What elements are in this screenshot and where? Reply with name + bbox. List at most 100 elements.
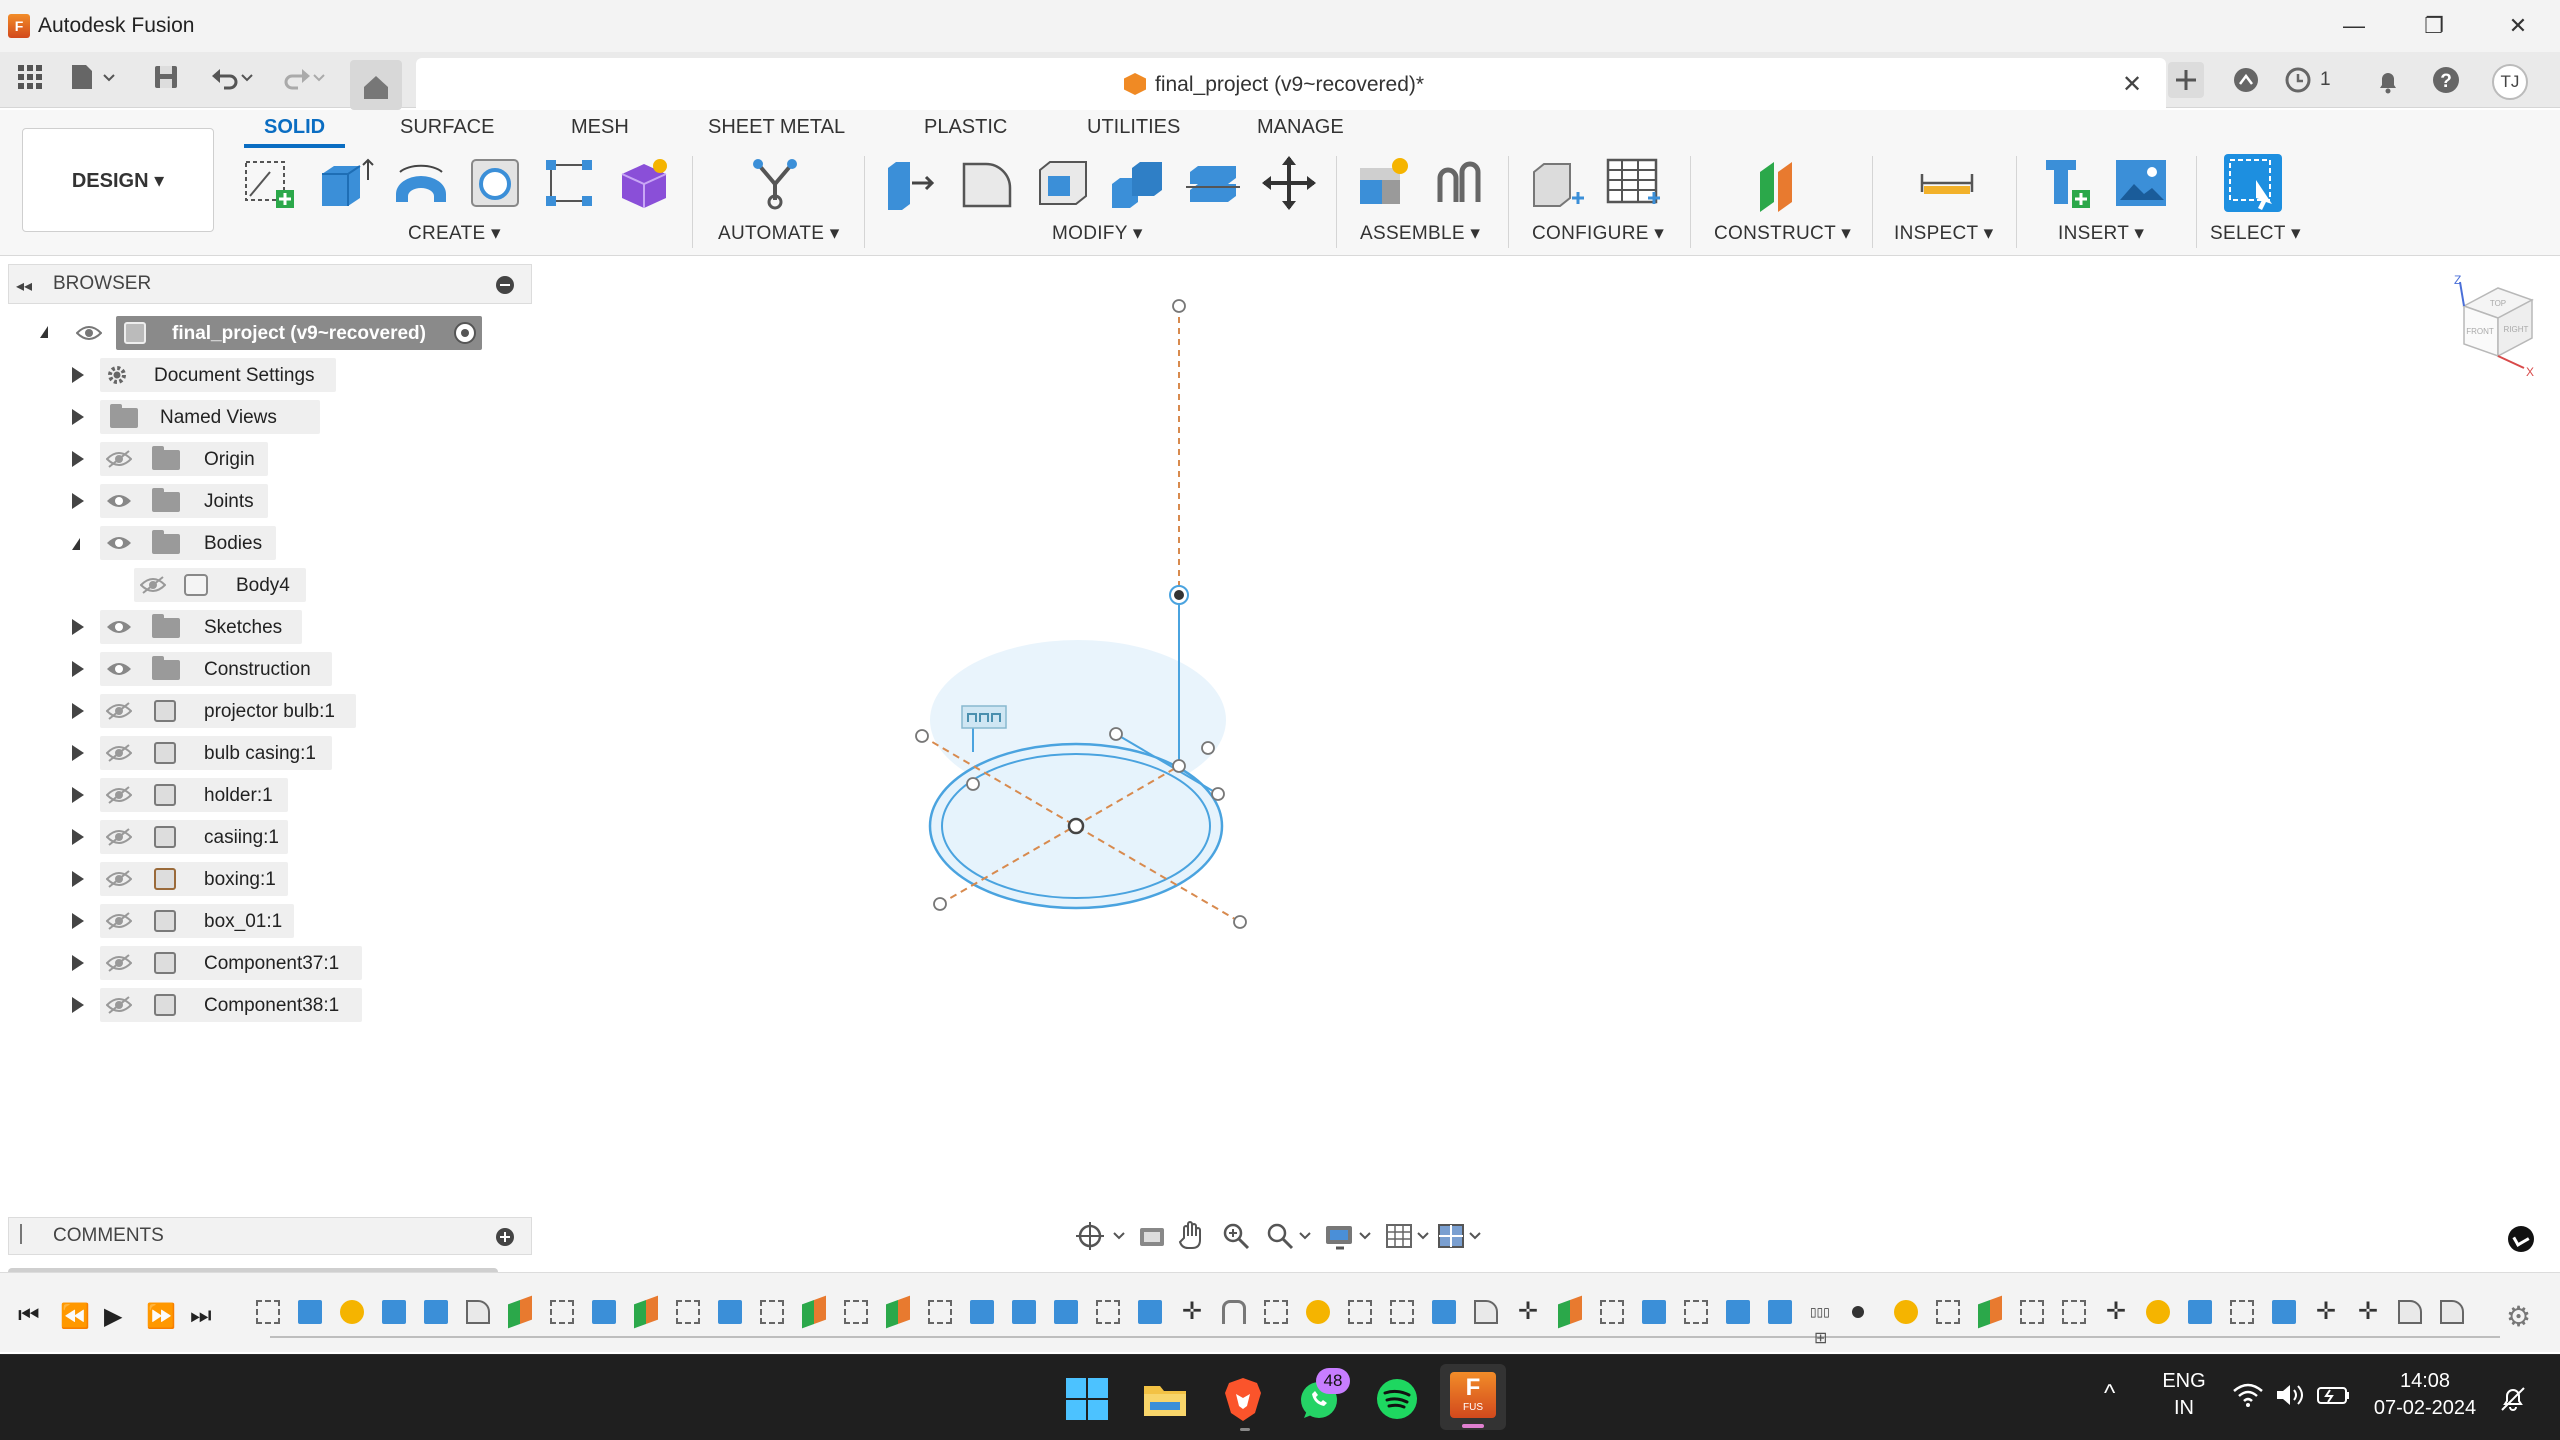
browser-item-casiing[interactable]: casiing:1 — [70, 820, 310, 854]
hidden-eye-icon[interactable] — [106, 911, 132, 931]
timeline-feature-fillet-icon[interactable] — [1474, 1300, 1498, 1324]
timeline-feature-plane-icon[interactable] — [634, 1295, 658, 1329]
expand-arrow-icon[interactable] — [72, 997, 84, 1013]
timeline-feature-sketch-icon[interactable] — [760, 1300, 784, 1324]
timeline-feature-sketch-icon[interactable] — [1936, 1300, 1960, 1324]
visibility-eye-icon[interactable] — [106, 659, 132, 679]
expand-arrow-icon[interactable] — [72, 451, 84, 467]
center-point[interactable] — [1067, 817, 1085, 835]
timeline-feature-sketch-icon[interactable] — [1264, 1300, 1288, 1324]
shell-tool[interactable] — [1034, 154, 1092, 212]
timeline-first-button[interactable]: ⏮ — [18, 1302, 40, 1330]
expand-arrow-icon[interactable] — [72, 871, 84, 887]
expand-arrow-icon[interactable] — [72, 829, 84, 845]
timeline-play-button[interactable]: ▶ — [104, 1302, 122, 1331]
windows-start-icon[interactable] — [1062, 1374, 1112, 1424]
rectangular-pattern-tool[interactable] — [540, 154, 598, 212]
display-settings-icon[interactable] — [1324, 1220, 1376, 1252]
timeline-feature-plane-icon[interactable] — [508, 1295, 532, 1329]
timeline-feature-extrude-icon[interactable] — [1432, 1300, 1456, 1324]
notification-center-icon[interactable] — [2498, 1384, 2528, 1414]
browser-item-joints[interactable]: Joints — [70, 484, 310, 518]
orbit-icon[interactable] — [1072, 1220, 1128, 1252]
timeline-feature-plane-icon[interactable] — [802, 1295, 826, 1329]
timeline-feature-extrude-icon[interactable] — [970, 1300, 994, 1324]
sketch-point[interactable] — [915, 729, 929, 743]
timeline-feature-extrude-icon[interactable] — [1138, 1300, 1162, 1324]
expand-arrow-icon[interactable] — [72, 955, 84, 971]
tab-manage[interactable]: MANAGE — [1257, 116, 1344, 139]
timeline-feature-joint-icon[interactable] — [1222, 1300, 1246, 1324]
expand-arrow-icon[interactable] — [72, 913, 84, 929]
tab-plastic[interactable]: PLASTIC — [924, 116, 1007, 139]
sketch-point[interactable] — [1172, 299, 1186, 313]
visibility-eye-icon[interactable] — [106, 491, 132, 511]
browser-item-holder[interactable]: holder:1 — [70, 778, 310, 812]
browser-item-body4[interactable]: Body4 — [134, 568, 314, 602]
browser-item-projector-bulb[interactable]: projector bulb:1 — [70, 694, 370, 728]
extrude-tool[interactable] — [316, 154, 374, 212]
timeline-feature-fillet-icon[interactable] — [2440, 1300, 2464, 1324]
comments-collapse-icon[interactable] — [20, 1224, 40, 1244]
close-window-button[interactable]: ✕ — [2498, 10, 2538, 42]
browser-item-boxing[interactable]: boxing:1 — [70, 862, 310, 896]
redo-icon[interactable] — [276, 62, 325, 98]
brave-browser-icon[interactable] — [1218, 1374, 1268, 1424]
timeline-feature-plane-icon[interactable] — [1558, 1295, 1582, 1329]
timeline-feature-plane-icon[interactable] — [886, 1295, 910, 1329]
timeline-feature-move-icon[interactable]: ✛ — [2314, 1300, 2338, 1324]
construct-group-label[interactable]: CONSTRUCT ▾ — [1714, 222, 1851, 245]
create-sketch-tool[interactable] — [240, 154, 298, 212]
expand-arrow-icon[interactable] — [72, 619, 84, 635]
collapse-arrow-icon[interactable] — [72, 538, 80, 550]
timeline-feature-extrude-icon[interactable] — [424, 1300, 448, 1324]
timeline-feature-plane-icon[interactable] — [1978, 1295, 2002, 1329]
help-icon[interactable]: ? — [2428, 62, 2464, 98]
tab-solid[interactable]: SOLID — [244, 116, 346, 148]
select-tool[interactable] — [2224, 154, 2282, 212]
hole-tool[interactable] — [466, 154, 524, 212]
expand-arrow-icon[interactable] — [72, 409, 84, 425]
timeline-feature-extrude-icon[interactable] — [1726, 1300, 1750, 1324]
timeline-last-button[interactable]: ⏭ — [190, 1302, 212, 1330]
move-copy-tool[interactable] — [1260, 154, 1318, 212]
offset-plane-tool[interactable] — [1752, 154, 1810, 212]
file-menu-icon[interactable] — [68, 62, 115, 98]
browser-item-named-views[interactable]: Named Views — [70, 400, 350, 434]
joint-tool[interactable] — [1430, 154, 1488, 212]
timeline-feature-fillet-icon[interactable] — [2398, 1300, 2422, 1324]
visibility-eye-icon[interactable] — [106, 617, 132, 637]
timeline-feature-form-icon[interactable] — [1894, 1300, 1918, 1324]
restore-button[interactable]: ❐ — [2414, 10, 2454, 42]
inspect-group-label[interactable]: INSPECT ▾ — [1894, 222, 1994, 245]
hidden-eye-icon[interactable] — [106, 953, 132, 973]
home-tab[interactable] — [350, 60, 402, 110]
measure-tool[interactable] — [1918, 154, 1976, 212]
viewport-sketch[interactable] — [900, 290, 1280, 950]
user-avatar[interactable]: TJ — [2492, 64, 2528, 100]
insert-canvas-tool[interactable] — [2112, 154, 2170, 212]
extensions-icon[interactable] — [2228, 62, 2264, 98]
collapse-browser-icon[interactable]: ◂◂ — [16, 276, 32, 296]
timeline-feature-extrude-icon[interactable] — [1642, 1300, 1666, 1324]
configure-design-tool[interactable] — [1528, 154, 1586, 212]
timeline-feature-move-icon[interactable]: ✛ — [2356, 1300, 2380, 1324]
press-pull-tool[interactable] — [882, 154, 940, 212]
battery-charging-icon[interactable] — [2316, 1382, 2352, 1408]
job-status-button[interactable]: 1 — [2282, 62, 2342, 98]
data-panel-grid-icon[interactable] — [12, 62, 48, 98]
collapse-arrow-icon[interactable] — [40, 326, 48, 338]
combine-tool[interactable] — [1108, 154, 1166, 212]
timeline-feature-sketch-icon[interactable] — [256, 1300, 280, 1324]
new-tab-button[interactable] — [2168, 62, 2204, 98]
timeline-feature-sketch-icon[interactable] — [1600, 1300, 1624, 1324]
viewports-icon[interactable] — [1436, 1220, 1486, 1252]
timeline-feature-extrude-icon[interactable] — [592, 1300, 616, 1324]
sketch-point[interactable] — [966, 777, 980, 791]
browser-item-bulb-casing[interactable]: bulb casing:1 — [70, 736, 350, 770]
undo-icon[interactable] — [208, 62, 253, 98]
hidden-eye-icon[interactable] — [106, 995, 132, 1015]
timeline-feature-extrude-icon[interactable] — [2188, 1300, 2212, 1324]
browser-item-bodies[interactable]: Bodies — [70, 526, 310, 560]
timeline-feature-move-icon[interactable]: ✛ — [2104, 1300, 2128, 1324]
